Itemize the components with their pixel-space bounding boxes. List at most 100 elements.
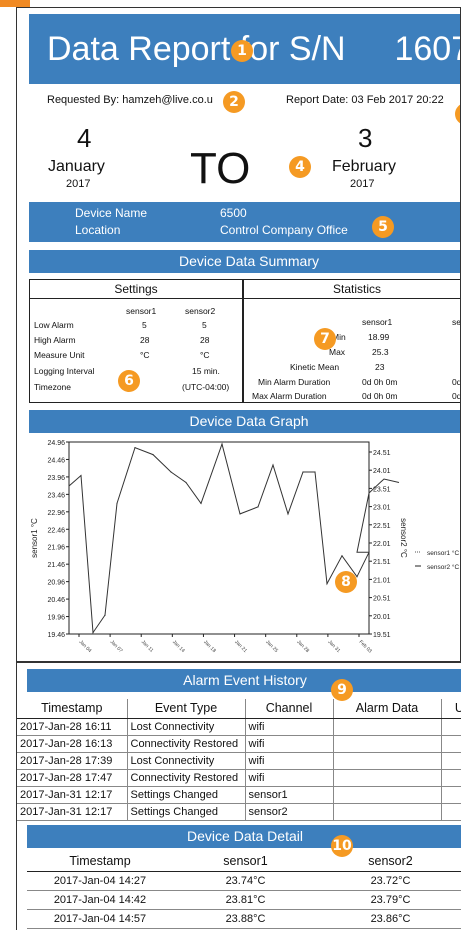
measure-unit-s1: °C [140, 350, 150, 360]
from-day: 4 [77, 123, 92, 153]
y-tick-label: 20.96 [47, 580, 65, 587]
badge-9: 9 [331, 679, 353, 701]
table-row: 2017-Jan-28 17:39 Lost Connectivity wifi [17, 752, 461, 770]
stats-min-alarm-label: Min Alarm Duration [258, 377, 331, 387]
y-axis-label: sensor1 °C [30, 518, 39, 558]
requested-by: Requested By: hamzeh@live.co.u [47, 94, 213, 106]
table-cell [440, 735, 461, 753]
table-cell [440, 718, 461, 736]
data-point [326, 583, 328, 585]
table-cell: 2017-Jan-28 17:39 [17, 752, 127, 770]
stats-max-alarm-s1: 0d 0h 0m [362, 391, 398, 401]
x-tick-label: Jan 07 [109, 639, 124, 654]
x-tick-label: Jan 21 [233, 639, 248, 654]
settings-title: Settings [114, 282, 158, 296]
data-point [221, 443, 223, 445]
y-tick-label: 22.46 [47, 527, 65, 534]
data-point [239, 513, 241, 515]
alarm-col-channel: Channel [244, 699, 333, 719]
table-row: 2017-Jan-31 12:17 Settings Changed sensor1 [17, 786, 461, 804]
table-cell: 23.74°C [173, 871, 318, 891]
data-point [356, 576, 358, 578]
table-cell [440, 752, 461, 770]
x-tick-label: Feb 03 [358, 639, 373, 654]
measure-unit-s2: °C [200, 350, 210, 360]
alarm-table: Timestamp Event Type Channel Alarm Data … [17, 699, 461, 821]
table-row: 2017-Jan-04 14:27 23.74°C 23.72°C [27, 871, 461, 891]
stats-max-label: Max [329, 347, 346, 357]
y-right-tick-label: 24.01 [373, 468, 391, 475]
settings-box: Settings sensor1 sensor2 Low Alarm 5 5 H… [29, 279, 243, 403]
badge-5: 5 [372, 216, 394, 238]
low-alarm-s2: 5 [202, 320, 207, 330]
report-title: Data Report for S/N 160730434 [47, 30, 460, 69]
to-day: 3 [358, 123, 373, 153]
from-month: January [48, 158, 105, 175]
table-row: 2017-Jan-28 16:13 Connectivity Restored wi… [17, 735, 461, 753]
alarm-col-event-type: Event Type [126, 699, 245, 719]
table-cell: Lost Connectivity [126, 718, 245, 736]
y-right-tick-label: 20.01 [373, 614, 391, 621]
device-name-value: 6500 [220, 206, 247, 220]
location-label: Location [75, 223, 121, 237]
badge-4: 4 [289, 156, 311, 178]
timezone-label: Timezone [34, 382, 72, 392]
series-line-sensor1 [68, 442, 400, 635]
table-cell [332, 752, 441, 770]
data-point [68, 485, 70, 487]
badge-2: 2 [223, 91, 245, 113]
table-row: 2017-Jan-28 17:47 Connectivity Restored wi… [17, 769, 461, 787]
stats-max-alarm-label: Max Alarm Duration [252, 391, 327, 401]
alarm-col-timestamp: Timestamp [17, 699, 127, 719]
detail-col-sensor2: sensor2 [318, 851, 461, 872]
x-tick-label: Jan 18 [202, 639, 217, 654]
table-cell: 23.72°C [318, 871, 461, 891]
badge-6: 6 [118, 370, 140, 392]
table-cell: Settings Changed [126, 803, 245, 821]
legend-label-sensor2: sensor2 °C [427, 563, 460, 571]
table-cell: 23.88°C [173, 909, 318, 929]
x-tick-label: Jan 14 [171, 639, 186, 654]
data-point [104, 614, 106, 616]
table-cell: 23.79°C [318, 890, 461, 910]
timezone-value: (UTC-04:00) [182, 382, 230, 392]
badge-3: 3 [455, 103, 460, 125]
detail-col-sensor1: sensor1 [173, 851, 318, 872]
y-tick-label: 24.46 [47, 457, 65, 464]
alarm-history-bar: Alarm Event History [27, 669, 461, 692]
y-right-tick-label: 19.51 [373, 632, 391, 639]
high-alarm-label: High Alarm [34, 335, 76, 345]
data-point [257, 506, 259, 508]
table-cell: 2017-Jan-28 16:13 [17, 735, 127, 753]
stats-min-alarm-s1: 0d 0h 0m [362, 377, 398, 387]
stats-max-alarm-s2: 0d 0 [452, 391, 461, 401]
to-year: 2017 [350, 178, 375, 190]
low-alarm-label: Low Alarm [34, 320, 74, 330]
y-tick-label: 21.96 [47, 545, 65, 552]
data-point [302, 471, 304, 473]
detail-table: Timestamp sensor1 sensor2 2017-Jan-04 14… [27, 851, 461, 929]
table-cell: wifi [244, 752, 333, 770]
data-point [314, 471, 316, 473]
table-cell: 23.81°C [173, 890, 318, 910]
plot-frame [68, 441, 370, 635]
table-cell: wifi [244, 718, 333, 736]
table-cell: sensor1 [244, 786, 333, 804]
x-tick-label: Jan 04 [78, 639, 93, 654]
table-cell [332, 769, 441, 787]
y-right-axis-label: sensor2 °C [399, 518, 408, 558]
table-row: 2017-Jan-04 14:57 23.88°C 23.86°C [27, 909, 461, 929]
from-year: 2017 [66, 178, 91, 190]
data-point [341, 555, 343, 557]
y-tick-label: 19.46 [47, 632, 65, 639]
y-tick-label: 24.96 [47, 440, 65, 447]
x-tick-label: Jan 25 [264, 639, 279, 654]
badge-1: 1 [231, 40, 253, 62]
data-point [116, 502, 118, 505]
to-label: TO [190, 144, 251, 193]
x-tick-label: Jan 11 [140, 639, 155, 654]
y-right-tick-label: 22.51 [373, 523, 391, 530]
x-tick-label: Jan 31 [326, 639, 341, 654]
to-month: February [332, 158, 397, 175]
report-title-text: Data Report for S/N [47, 30, 346, 68]
